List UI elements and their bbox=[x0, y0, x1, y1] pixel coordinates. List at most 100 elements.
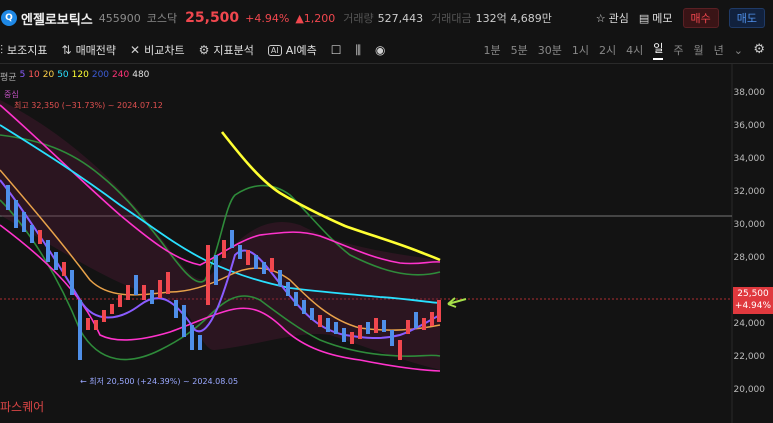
candle bbox=[150, 290, 154, 304]
candle bbox=[94, 320, 98, 330]
price-tag-change: +4.94% bbox=[734, 301, 772, 311]
candle bbox=[6, 185, 10, 210]
candle bbox=[110, 304, 114, 314]
y-tick: 38,000 bbox=[733, 88, 766, 98]
low-annotation: ← 최저 20,500 (+24.39%) ~ 2024.08.05 bbox=[80, 377, 239, 386]
memo-button[interactable]: ▤ 메모 bbox=[639, 10, 673, 26]
square-icon: ☐ bbox=[330, 43, 342, 57]
analysis-label: 지표분석 bbox=[213, 44, 254, 57]
candle bbox=[342, 328, 346, 342]
price-tag-value: 25,500 bbox=[737, 289, 769, 299]
price-chart[interactable] bbox=[0, 64, 773, 423]
candle bbox=[174, 300, 178, 318]
candle bbox=[38, 230, 42, 244]
buy-button[interactable]: 매수 bbox=[682, 8, 719, 28]
tf-30m[interactable]: 30분 bbox=[538, 42, 562, 58]
candle-icon: ⫼ bbox=[355, 42, 361, 57]
candle bbox=[350, 332, 354, 344]
candle-tool-button[interactable]: ⫼ bbox=[355, 43, 361, 58]
candle bbox=[86, 318, 90, 330]
tf-year[interactable]: 년 bbox=[714, 42, 724, 58]
indicator-button[interactable]: ⫶ 보조지표 bbox=[0, 42, 48, 58]
candle bbox=[22, 212, 26, 232]
candle bbox=[254, 255, 258, 269]
candle bbox=[422, 318, 426, 330]
candle bbox=[134, 275, 138, 295]
ai-icon: AI bbox=[267, 44, 282, 56]
ai-predict-label: AI예측 bbox=[285, 44, 317, 57]
settings-gear-icon[interactable]: ⚙ bbox=[753, 42, 765, 57]
candle bbox=[46, 240, 50, 262]
candle bbox=[230, 230, 234, 248]
tf-week[interactable]: 주 bbox=[673, 42, 683, 58]
indicator-label: 보조지표 bbox=[7, 44, 48, 57]
candle bbox=[238, 245, 242, 259]
candle bbox=[126, 285, 130, 300]
market-badge: 코스닥 bbox=[146, 12, 178, 25]
candle bbox=[278, 270, 282, 286]
candle bbox=[54, 252, 58, 270]
y-tick: 24,000 bbox=[733, 319, 766, 329]
candle bbox=[310, 308, 314, 320]
chevron-down-icon[interactable]: ⌄ bbox=[734, 44, 743, 57]
candle bbox=[414, 312, 418, 328]
camera-button[interactable]: ◉ bbox=[375, 43, 385, 57]
candle bbox=[198, 335, 202, 350]
candle bbox=[118, 295, 122, 307]
tf-2h[interactable]: 2시 bbox=[599, 42, 616, 58]
y-tick: 28,000 bbox=[733, 253, 766, 263]
ai-predict-button[interactable]: AI AI예측 bbox=[267, 42, 317, 58]
amount-value: 132억 4,689만 bbox=[475, 12, 552, 25]
sell-button[interactable]: 매도 bbox=[728, 8, 765, 28]
memo-label: 메모 bbox=[652, 12, 673, 25]
candle bbox=[214, 255, 218, 285]
candle bbox=[286, 282, 290, 296]
watch-button[interactable]: ☆ 관심 bbox=[596, 10, 629, 26]
candle bbox=[390, 330, 394, 346]
tf-1m[interactable]: 1분 bbox=[484, 42, 501, 58]
memo-icon: ▤ bbox=[638, 11, 650, 25]
compare-icon: ✕ bbox=[130, 43, 141, 57]
high-annotation: 최고 32,350 (−31.73%) ~ 2024.07.12 bbox=[14, 101, 163, 110]
candle bbox=[206, 245, 210, 305]
candle bbox=[190, 325, 194, 350]
candle bbox=[30, 225, 34, 243]
candle bbox=[366, 322, 370, 334]
candle bbox=[398, 340, 402, 360]
candle bbox=[70, 270, 74, 295]
candle bbox=[374, 318, 378, 333]
tf-4h[interactable]: 4시 bbox=[626, 42, 643, 58]
candle bbox=[358, 325, 362, 339]
stock-name[interactable]: 엔젤로보틱스 bbox=[21, 9, 93, 28]
square-tool-button[interactable]: ☐ bbox=[331, 43, 342, 57]
candle bbox=[222, 240, 226, 258]
y-tick: 22,000 bbox=[733, 352, 766, 362]
candle bbox=[62, 262, 66, 276]
star-icon: ☆ bbox=[595, 11, 606, 25]
tf-month[interactable]: 월 bbox=[694, 42, 704, 58]
watermark: 파스퀘어 bbox=[0, 400, 45, 414]
tf-day[interactable]: 일 bbox=[653, 40, 664, 60]
candle bbox=[142, 285, 146, 300]
candle bbox=[246, 250, 250, 265]
candle bbox=[326, 318, 330, 332]
compare-button[interactable]: ✕ 비교차트 bbox=[130, 42, 185, 58]
tf-1h[interactable]: 1시 bbox=[572, 42, 589, 58]
candle bbox=[78, 300, 82, 360]
candle bbox=[262, 262, 266, 274]
candle bbox=[14, 200, 18, 228]
strategy-label: 매매전략 bbox=[75, 44, 117, 57]
strategy-button[interactable]: ⇅ 매매전략 bbox=[62, 42, 117, 58]
candle bbox=[382, 320, 386, 332]
strategy-icon: ⇅ bbox=[61, 43, 72, 57]
candle bbox=[302, 300, 306, 314]
volume-value: 527,443 bbox=[377, 11, 424, 25]
change-absolute: ▲1,200 bbox=[295, 11, 336, 25]
y-tick: 20,000 bbox=[733, 385, 766, 395]
candle bbox=[437, 300, 441, 322]
tf-5m[interactable]: 5분 bbox=[511, 42, 528, 58]
volume-label: 거래량 bbox=[343, 12, 374, 25]
analysis-button[interactable]: ⚙ 지표분석 bbox=[199, 42, 254, 58]
sliders-icon: ⫶ bbox=[0, 42, 4, 57]
amount-label: 거래대금 bbox=[431, 12, 472, 25]
